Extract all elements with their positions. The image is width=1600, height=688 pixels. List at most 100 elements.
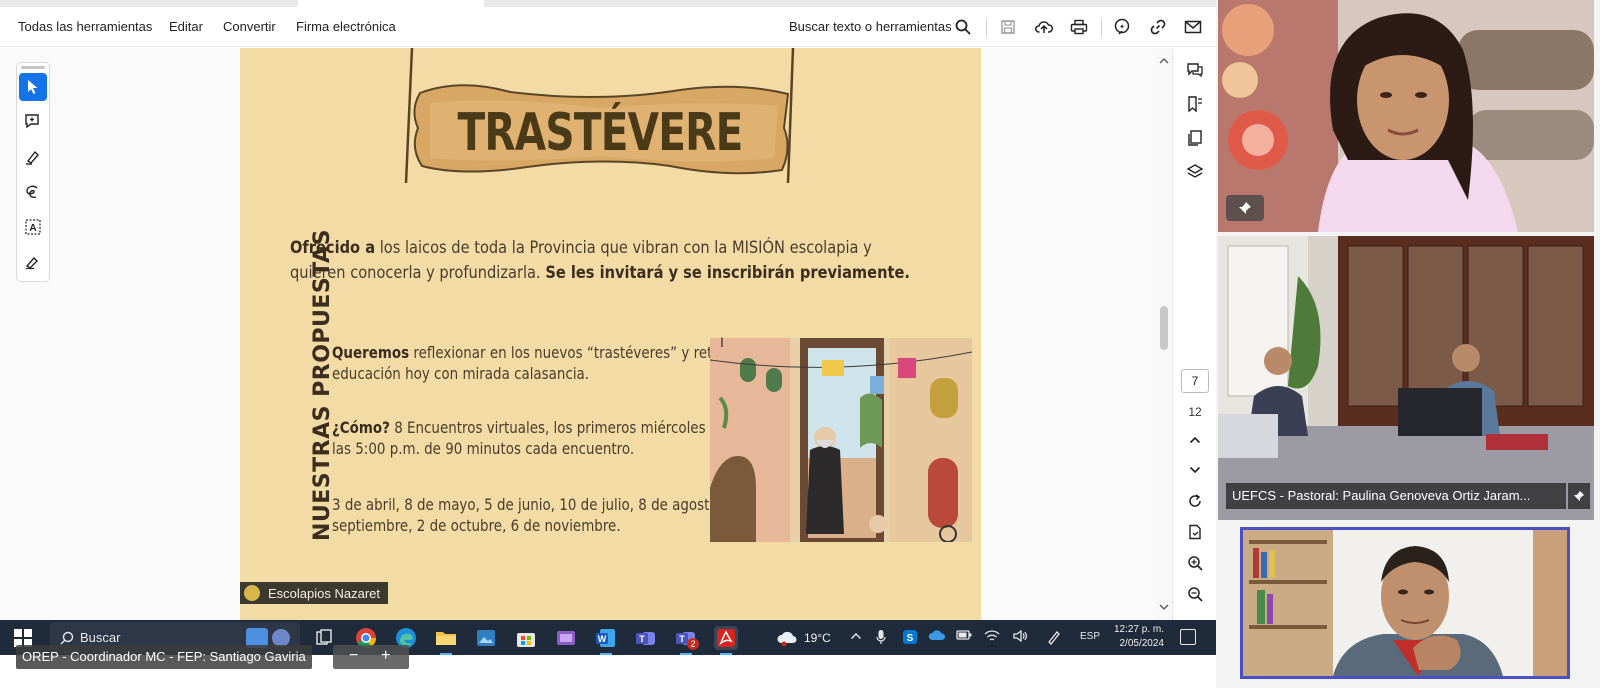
upload-icon[interactable] (1033, 16, 1055, 38)
draw-icon[interactable] (19, 178, 47, 206)
clock-date: 2/05/2024 (1119, 638, 1165, 649)
battery-icon[interactable] (956, 629, 972, 644)
show-hidden-icons[interactable] (850, 629, 862, 643)
participant-video-1[interactable] (1218, 0, 1594, 232)
skype-icon[interactable]: S (902, 629, 918, 648)
intro-paragraph: Ofrecido a los laicos de toda la Provinc… (290, 236, 931, 286)
print-icon[interactable] (1068, 16, 1090, 38)
teams-icon[interactable]: T (634, 626, 658, 650)
proposal-1-bold: Queremos (332, 343, 410, 362)
footer-tag-text: Escolapios Nazaret (268, 585, 380, 601)
proposal-2-text: 8 Encuentros virtuales, los primeros mié… (332, 418, 772, 458)
search-icon (60, 631, 74, 645)
onedrive-icon[interactable] (928, 629, 946, 644)
drag-handle[interactable] (21, 66, 45, 69)
menu-bar: Todas las herramientas Editar Convertir … (0, 7, 1216, 47)
page-display-icon[interactable] (1183, 520, 1207, 544)
svg-text:S: S (907, 633, 914, 644)
photos-app-icon[interactable] (474, 626, 498, 650)
mail-icon[interactable] (1182, 16, 1204, 38)
video-editor-icon[interactable] (554, 626, 578, 650)
menu-all-tools[interactable]: Todas las herramientas (18, 19, 152, 34)
toolbar-separator (1101, 19, 1102, 37)
participant-video-2[interactable]: UEFCS - Pastoral: Paulina Genoveva Ortiz… (1218, 236, 1594, 520)
input-language[interactable]: ESP (1080, 631, 1100, 642)
weather-temperature: 19°C (804, 630, 831, 645)
trastevere-illustration (709, 338, 973, 543)
page-number-input[interactable]: 7 (1181, 369, 1209, 393)
system-clock[interactable]: 12:27 p. m. 2/05/2024 (1108, 623, 1164, 651)
title-banner: TRASTÉVERE (400, 48, 800, 198)
menu-convert[interactable]: Convertir (223, 19, 276, 34)
svg-text:T: T (679, 634, 685, 644)
scroll-thumb[interactable] (1160, 306, 1168, 350)
pen-icon[interactable] (1046, 629, 1062, 648)
next-page-icon[interactable] (1183, 458, 1207, 482)
banner-title: TRASTÉVERE (457, 103, 743, 163)
bookmarks-icon[interactable] (1183, 92, 1207, 116)
notifications-icon[interactable] (1180, 629, 1196, 645)
rotate-icon[interactable] (1183, 489, 1207, 513)
word-icon[interactable]: W (594, 626, 618, 655)
clock-time: 12:27 p. m. (1113, 624, 1164, 635)
page-total: 12 (1188, 405, 1202, 419)
vertical-scrollbar[interactable] (1156, 48, 1172, 620)
wifi-icon[interactable] (984, 629, 1000, 646)
pdf-page: TRASTÉVERE Ofrecido a los laicos de toda… (240, 48, 981, 620)
taskbar-search-placeholder: Buscar (80, 630, 121, 645)
toolbar-separator (986, 19, 987, 37)
weather-cloud-icon (777, 631, 797, 646)
document-tab[interactable] (298, 0, 484, 7)
participant-video-3-active-speaker[interactable] (1240, 527, 1570, 679)
quick-tools-panel: A (16, 62, 50, 282)
pin-icon[interactable] (1568, 483, 1590, 509)
acrobat-window: Todas las herramientas Editar Convertir … (0, 0, 1216, 620)
notification-badge: 2 (687, 638, 699, 650)
scroll-down-icon[interactable] (1159, 598, 1169, 616)
select-icon[interactable] (19, 73, 47, 101)
intro-bold-tail: Se les invitará y se inscribirán previam… (545, 263, 910, 283)
zoom-in-control-icon[interactable]: + (381, 645, 390, 667)
svg-text:T: T (639, 634, 645, 644)
menu-e-signature[interactable]: Firma electrónica (296, 19, 396, 34)
volume-icon[interactable] (1012, 629, 1028, 646)
footer-tag: Escolapios Nazaret (240, 582, 388, 604)
acrobat-icon[interactable] (714, 626, 738, 655)
view-zoom-controls[interactable]: − + (333, 645, 409, 669)
comments-icon[interactable] (1183, 58, 1207, 82)
previous-page-icon[interactable] (1183, 428, 1207, 452)
link-icon[interactable] (1147, 16, 1169, 38)
tab-strip (0, 0, 1216, 7)
side-heading: NUESTRAS PROPUESTAS (280, 229, 335, 546)
svg-text:W: W (598, 634, 607, 644)
text-select-icon[interactable]: A (19, 213, 47, 241)
pages-icon[interactable] (1183, 126, 1207, 150)
search-tools-label[interactable]: Buscar texto o herramientas (789, 19, 952, 34)
menu-edit[interactable]: Editar (169, 19, 203, 34)
right-panel: 7 12 (1172, 48, 1216, 620)
text-cursor-icon: I (720, 334, 724, 350)
comment-icon[interactable] (19, 108, 47, 136)
teams-work-icon[interactable]: T 2 (674, 626, 699, 655)
participant-name-label: UEFCS - Pastoral: Paulina Genoveva Ortiz… (1226, 483, 1566, 509)
scroll-up-icon[interactable] (1159, 52, 1169, 70)
zoom-in-icon[interactable] (1183, 551, 1207, 575)
proposal-2-bold: ¿Cómo? (332, 418, 390, 437)
file-explorer-icon[interactable] (434, 626, 458, 655)
microsoft-store-icon[interactable] (514, 626, 538, 650)
pin-icon[interactable] (1226, 195, 1264, 221)
highlight-icon[interactable] (19, 143, 47, 171)
zoom-out-icon[interactable] (1183, 582, 1207, 606)
microphone-icon[interactable] (876, 629, 886, 648)
escolapios-logo-icon (244, 585, 260, 601)
screen: Todas las herramientas Editar Convertir … (0, 0, 1600, 688)
ai-assistant-icon[interactable]: ✦ (1111, 16, 1133, 38)
sign-icon[interactable] (19, 248, 47, 276)
save-icon[interactable] (997, 16, 1019, 38)
svg-text:✦: ✦ (1119, 23, 1125, 31)
search-icon[interactable] (952, 16, 974, 38)
weather-widget[interactable]: 19°C (776, 620, 831, 655)
zoom-out-control-icon[interactable]: − (349, 645, 358, 667)
layers-icon[interactable] (1183, 160, 1207, 184)
shared-screen-label: OREP - Coordinador MC - FEP: Santiago Ga… (16, 645, 312, 669)
